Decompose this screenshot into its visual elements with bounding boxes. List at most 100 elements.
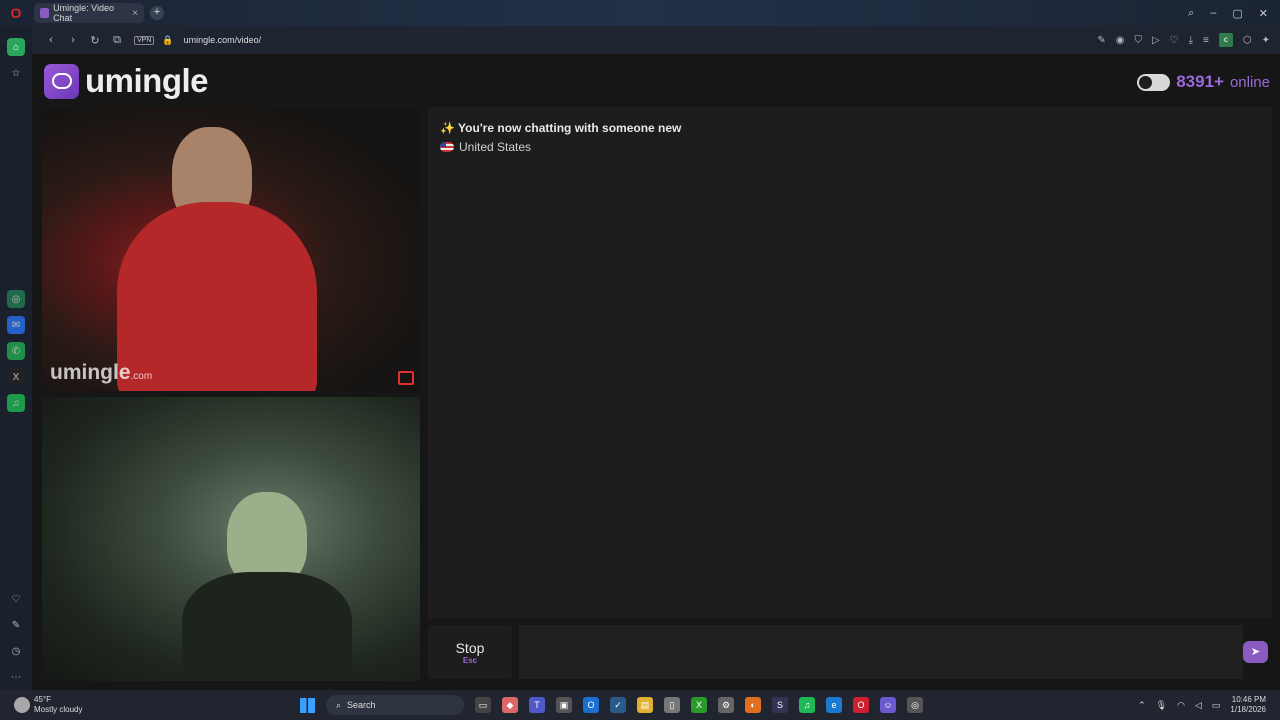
reload-icon[interactable]: ↻ xyxy=(84,34,106,47)
notepad-icon[interactable]: ▯ xyxy=(664,697,680,713)
chat-bubble-icon xyxy=(44,63,79,99)
extension-icon[interactable]: c xyxy=(1218,33,1233,47)
snapshot-icon[interactable]: ⧉ xyxy=(106,34,128,47)
report-flag-icon[interactable] xyxy=(398,371,414,385)
opera-taskbar-icon[interactable]: O xyxy=(853,697,869,713)
cube-icon[interactable]: ⬡ xyxy=(1243,35,1252,46)
teams-icon[interactable]: T xyxy=(529,697,545,713)
online-label: online xyxy=(1229,73,1270,91)
browser-sidebar: ⌂ ☆ ◎ ✉ ✆ X ♫ ♡ ✎ ◷ ⋯ xyxy=(0,26,32,690)
weather-widget[interactable]: 45°F Mostly cloudy xyxy=(0,695,300,715)
store-icon[interactable]: ▣ xyxy=(556,697,572,713)
stop-shortcut: Esc xyxy=(462,656,478,665)
play-icon[interactable]: ▷ xyxy=(1152,35,1160,46)
chrome-icon[interactable]: ◎ xyxy=(907,697,923,713)
microphone-icon[interactable]: 🎙 xyxy=(1156,700,1167,711)
chat-status-message: ✨ You're now chatting with someone new xyxy=(440,121,682,135)
stop-label: Stop xyxy=(455,640,485,656)
umingle-page: umingle 8391+ online umingle.com ✨ You'r… xyxy=(32,54,1280,690)
windows-taskbar: 45°F Mostly cloudy ⌕ Search ▭ ◆ T ▣ O ✓ … xyxy=(0,690,1280,720)
vpn-badge[interactable]: VPN xyxy=(134,35,155,45)
x-icon[interactable]: X xyxy=(7,368,25,386)
windows-start-icon[interactable] xyxy=(300,697,315,713)
forward-icon[interactable]: › xyxy=(62,34,84,46)
url-field[interactable]: umingle.com/video/ xyxy=(184,35,262,45)
heart-sidebar-icon[interactable]: ♡ xyxy=(7,590,25,608)
system-tray: ⌃ 🎙 ◠ ◁ ▭ 10:46 PM 1/18/2026 xyxy=(1138,695,1280,715)
tab-title: Umingle: Video Chat xyxy=(53,3,114,23)
home-icon[interactable]: ⌂ xyxy=(7,38,25,56)
chatgpt-icon[interactable]: ◎ xyxy=(7,290,25,308)
heart-icon[interactable]: ♡ xyxy=(1170,35,1179,46)
address-tools: ✎ ◉ ⛉ ▷ ♡ ⤓ ≡ c ⬡ ✦ xyxy=(1097,33,1280,47)
tab-favicon-icon xyxy=(40,8,50,18)
maximize-icon[interactable]: ▢ xyxy=(1232,7,1242,20)
back-icon[interactable]: ‹ xyxy=(40,34,62,46)
edit-icon[interactable]: ✎ xyxy=(1097,35,1105,46)
star-icon[interactable]: ☆ xyxy=(7,64,25,82)
edit-sidebar-icon[interactable]: ✎ xyxy=(7,616,25,634)
online-count: 8391+ xyxy=(1176,72,1224,91)
battery-icon[interactable]: ▭ xyxy=(1212,700,1221,711)
country-label: United States xyxy=(459,140,532,154)
steam-icon[interactable]: ✓ xyxy=(610,697,626,713)
taskbar-search[interactable]: ⌕ Search xyxy=(326,695,464,715)
task-view-icon[interactable]: ▭ xyxy=(475,697,491,713)
video-watermark: umingle.com xyxy=(50,361,153,384)
volume-icon[interactable]: ◁ xyxy=(1195,700,1202,711)
close-window-icon[interactable]: ✕ xyxy=(1259,7,1268,20)
chat-panel: ✨ You're now chatting with someone new U… xyxy=(428,107,1272,618)
tray-chevron-icon[interactable]: ⌃ xyxy=(1138,700,1146,711)
edge-icon[interactable]: e xyxy=(826,697,842,713)
copilot-icon[interactable]: ◆ xyxy=(502,697,518,713)
outlook-icon[interactable]: O xyxy=(583,697,599,713)
file-explorer-icon[interactable]: ▤ xyxy=(637,697,653,713)
tab-close-icon[interactable]: × xyxy=(132,8,138,19)
chat-country: United States xyxy=(440,140,531,154)
weather-temp: 45°F xyxy=(34,695,51,704)
wifi-icon[interactable]: ◠ xyxy=(1177,700,1185,711)
theme-toggle[interactable] xyxy=(1137,73,1171,91)
camera-icon[interactable]: ◉ xyxy=(1116,35,1125,46)
weather-desc: Mostly cloudy xyxy=(34,705,83,714)
steam-app-icon[interactable]: S xyxy=(772,697,788,713)
self-body xyxy=(182,572,352,681)
clock-time: 10:46 PM xyxy=(1231,695,1266,704)
ai-icon[interactable]: ✦ xyxy=(1262,35,1270,46)
spotify-taskbar-icon[interactable]: ♫ xyxy=(799,697,815,713)
lock-icon[interactable]: 🔒 xyxy=(162,35,173,46)
whatsapp-icon[interactable]: ✆ xyxy=(7,342,25,360)
spotify-icon[interactable]: ♫ xyxy=(7,394,25,412)
address-bar: ‹ › ↻ ⧉ VPN 🔒 umingle.com/video/ ✎ ◉ ⛉ ▷… xyxy=(0,26,1280,54)
discord-icon[interactable]: ☺ xyxy=(880,697,896,713)
search-tabs-icon[interactable]: ⌕ xyxy=(1188,7,1194,20)
clock[interactable]: 10:46 PM 1/18/2026 xyxy=(1230,695,1266,715)
history-icon[interactable]: ◷ xyxy=(7,642,25,660)
tab-umingle[interactable]: Umingle: Video Chat × xyxy=(34,3,144,23)
site-logo[interactable]: umingle xyxy=(44,62,209,100)
search-icon: ⌕ xyxy=(336,699,342,710)
stranger-video: umingle.com xyxy=(42,107,420,391)
browser-titlebar: O Umingle: Video Chat × + ⌕ – ▢ ✕ xyxy=(0,0,1280,26)
messenger-icon[interactable]: ✉ xyxy=(7,316,25,334)
message-input[interactable] xyxy=(519,625,1243,679)
opera-menu-icon[interactable]: O xyxy=(0,0,32,26)
settings-icon[interactable]: ⚙ xyxy=(718,697,734,713)
minimize-icon[interactable]: – xyxy=(1210,7,1216,20)
stop-button[interactable]: Stop Esc xyxy=(428,625,512,679)
clock-date: 1/18/2026 xyxy=(1230,705,1266,714)
send-icon[interactable]: ➤ xyxy=(1243,641,1268,663)
new-tab-button[interactable]: + xyxy=(150,6,164,20)
search-label: Search xyxy=(347,700,376,710)
more-icon[interactable]: ⋯ xyxy=(7,668,25,686)
self-video xyxy=(42,397,420,681)
taskbar-apps: ⌕ Search ▭ ◆ T ▣ O ✓ ▤ ▯ X ⚙ ◐ S ♫ e O ☺… xyxy=(300,695,923,715)
xbox-icon[interactable]: X xyxy=(691,697,707,713)
blender-icon[interactable]: ◐ xyxy=(745,697,761,713)
window-controls: ⌕ – ▢ ✕ xyxy=(1188,7,1280,20)
cloud-icon xyxy=(14,697,30,713)
download-icon[interactable]: ⤓ xyxy=(1189,35,1193,46)
shield-icon[interactable]: ⛉ xyxy=(1134,35,1142,46)
menu-icon[interactable]: ≡ xyxy=(1203,35,1209,46)
logo-text: umingle xyxy=(85,62,209,99)
